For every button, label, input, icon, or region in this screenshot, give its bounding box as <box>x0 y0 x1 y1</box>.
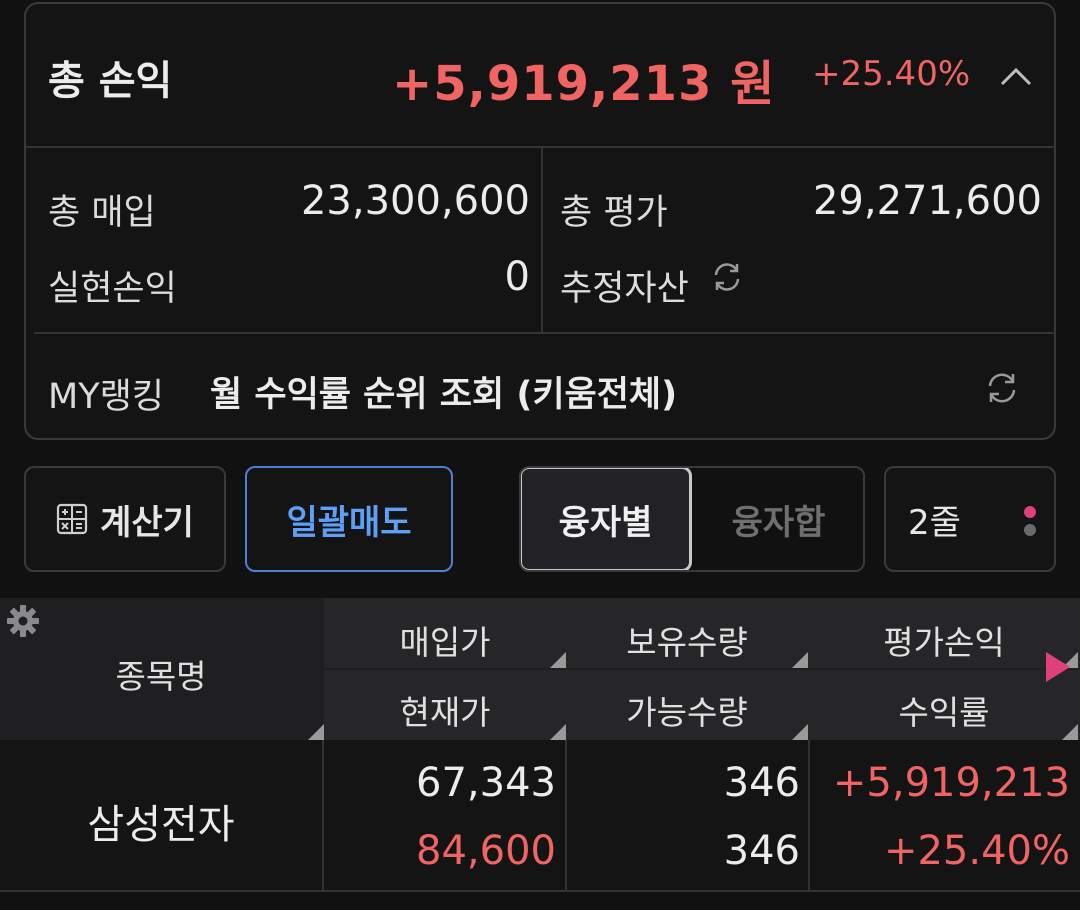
available-qty: 346 <box>723 828 800 874</box>
total-pl-row[interactable]: 총 손익 +5,919,213 원 +25.40% <box>26 4 1054 147</box>
refresh-icon[interactable] <box>710 260 744 294</box>
divider <box>0 890 1080 892</box>
divider <box>322 740 324 892</box>
divider <box>808 740 810 892</box>
header-eval-pl[interactable]: 평가손익 <box>808 616 1080 664</box>
divider <box>541 147 543 333</box>
header-purchase-price[interactable]: 매입가 <box>324 616 566 664</box>
divider <box>565 740 567 892</box>
current-price: 84,600 <box>416 828 556 874</box>
realized-pl-value: 0 <box>504 254 530 300</box>
sort-indicator-icon <box>792 724 808 740</box>
more-dots-icon <box>1024 524 1036 536</box>
sort-indicator-icon <box>1062 724 1078 740</box>
table-row[interactable]: 삼성전자 67,343 84,600 346 346 +5,919,213 +2… <box>0 740 1080 892</box>
total-pl-rate: +25.40% <box>812 54 971 94</box>
segment-by-loan[interactable]: 융자별 <box>521 468 692 570</box>
holding-qty: 346 <box>723 760 800 806</box>
loan-view-toggle: 융자별 융자합 <box>519 466 865 572</box>
segment-loan-sum[interactable]: 융자합 <box>692 468 863 570</box>
eval-pl: +5,919,213 <box>832 760 1070 806</box>
divider <box>34 332 1056 334</box>
sort-indicator-icon <box>550 724 566 740</box>
header-available-qty[interactable]: 가능수량 <box>566 686 808 734</box>
account-summary-panel: 총 손익 +5,919,213 원 +25.40% 총 매입 23,300,60… <box>24 2 1056 440</box>
bulk-sell-label: 일괄매도 <box>286 502 412 543</box>
total-purchase-label: 총 매입 <box>48 193 156 233</box>
calculator-icon <box>56 503 88 535</box>
header-holding-qty[interactable]: 보유수량 <box>566 616 808 664</box>
gear-icon[interactable] <box>6 604 40 638</box>
row-lines-label: 2줄 <box>908 502 961 543</box>
calculator-button[interactable]: 계산기 <box>24 466 226 572</box>
more-dots-icon <box>1024 506 1036 518</box>
bulk-sell-button[interactable]: 일괄매도 <box>245 466 453 572</box>
stock-name[interactable]: 삼성전자 <box>0 792 322 850</box>
total-eval-label: 총 평가 <box>560 193 668 233</box>
header-current-price[interactable]: 현재가 <box>324 686 566 734</box>
chevron-up-icon[interactable] <box>996 60 1036 90</box>
holdings-table-header: 종목명 매입가 보유수량 평가손익 현재가 가능수량 수익률 <box>0 598 1080 740</box>
header-stock-name[interactable]: 종목명 <box>0 650 322 698</box>
header-return-rate[interactable]: 수익률 <box>808 686 1080 734</box>
estimated-assets-label: 추정자산 <box>560 269 689 309</box>
monthly-return-ranking-link[interactable]: 월 수익률 순위 조회 (키움전체) <box>210 366 677 417</box>
sort-indicator-icon <box>550 652 566 668</box>
refresh-icon[interactable] <box>984 370 1020 406</box>
sort-indicator-icon <box>308 724 324 740</box>
total-pl-amount: +5,919,213 원 <box>392 56 776 112</box>
total-purchase-value: 23,300,600 <box>300 178 530 224</box>
total-pl-label: 총 손익 <box>48 58 173 104</box>
total-eval-value: 29,271,600 <box>812 178 1042 224</box>
my-ranking-label: MY랭킹 <box>48 377 164 417</box>
play-icon[interactable] <box>1046 652 1070 682</box>
row-lines-button[interactable]: 2줄 <box>884 466 1056 572</box>
return-rate: +25.40% <box>883 828 1070 874</box>
sort-indicator-icon <box>792 652 808 668</box>
calculator-label: 계산기 <box>100 502 194 543</box>
realized-pl-label: 실현손익 <box>48 269 177 309</box>
purchase-price: 67,343 <box>416 760 556 806</box>
